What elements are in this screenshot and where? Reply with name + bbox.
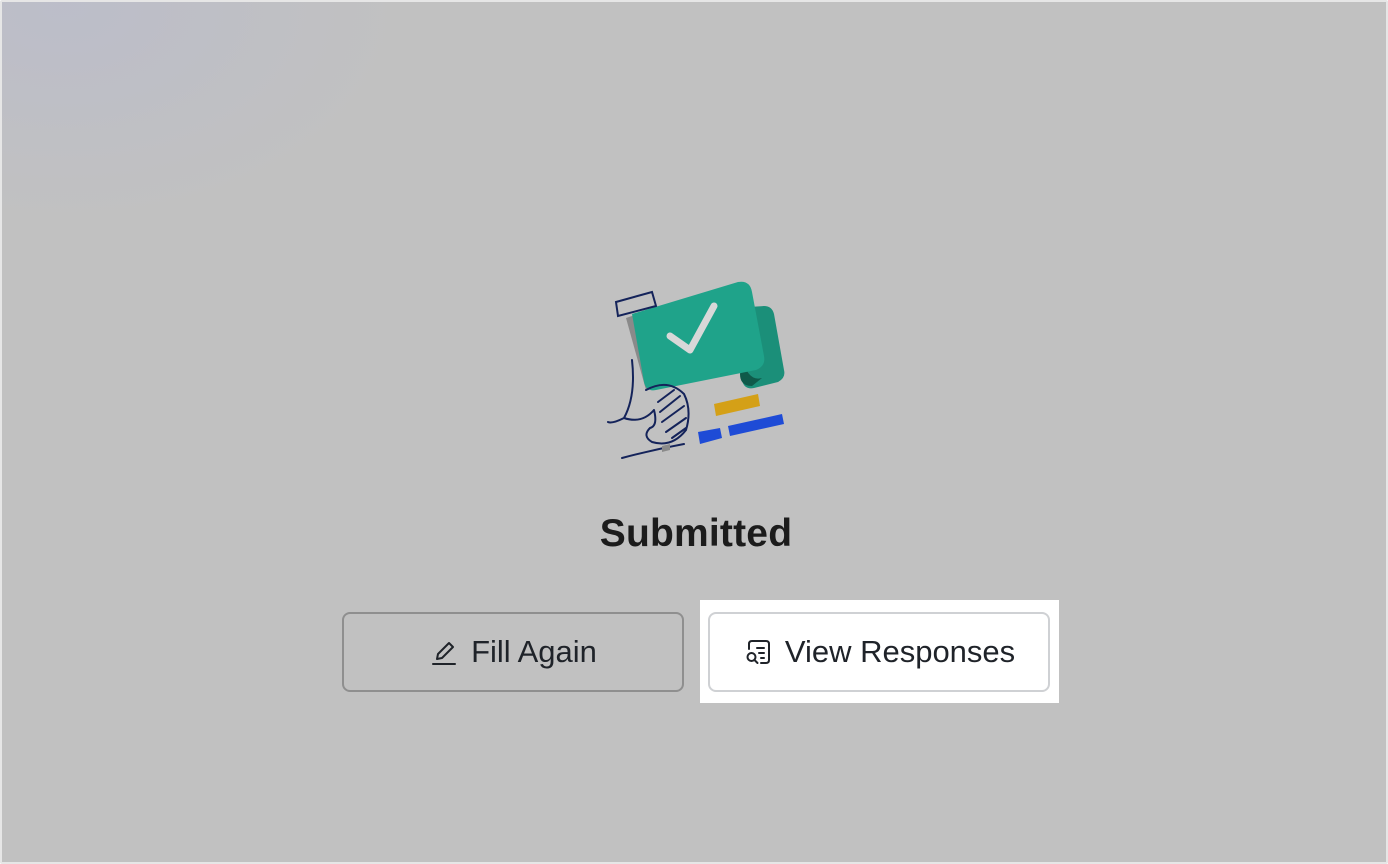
pencil-icon [429,637,459,667]
fill-again-button[interactable]: Fill Again [342,612,684,692]
submitted-check-illustration-icon [607,281,785,459]
fill-again-label: Fill Again [471,634,597,669]
view-responses-label: View Responses [784,634,1016,669]
screen-glare [2,2,402,222]
responses-search-icon [743,637,773,667]
view-responses-button[interactable]: View Responses [708,612,1050,692]
submitted-illustration [602,278,790,466]
app-window: Submitted Fill Again View Responses [0,0,1388,864]
page-title: Submitted [599,512,793,555]
